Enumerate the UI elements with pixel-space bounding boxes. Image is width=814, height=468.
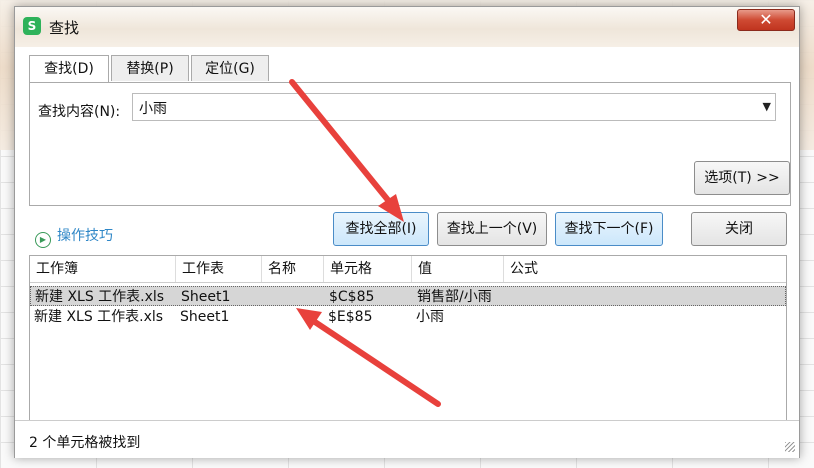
find-content-value: 小雨 — [139, 101, 167, 117]
column-header-sheet[interactable]: 工作表 — [176, 256, 262, 282]
cell-sheet: Sheet1 — [180, 309, 230, 325]
find-next-button[interactable]: 查找下一个(F) — [555, 212, 663, 246]
table-row[interactable]: 新建 XLS 工作表.xls Sheet1 $E$85 小雨 — [30, 307, 786, 327]
cell-value: 销售部/小雨 — [417, 289, 492, 305]
status-bar: 2 个单元格被找到 — [15, 420, 799, 458]
tab-find[interactable]: 查找(D) — [29, 55, 109, 83]
cell-address: $C$85 — [329, 289, 375, 305]
find-content-input[interactable]: 小雨 ▼ — [132, 93, 776, 121]
find-panel: 查找内容(N): 小雨 ▼ 选项(T) >> — [29, 82, 791, 206]
play-circle-icon: ▶ — [35, 232, 51, 248]
tab-goto[interactable]: 定位(G) — [191, 55, 269, 81]
status-text: 2 个单元格被找到 — [29, 435, 141, 451]
cell-workbook: 新建 XLS 工作表.xls — [34, 309, 164, 325]
column-header-cell[interactable]: 单元格 — [324, 256, 412, 282]
column-header-name[interactable]: 名称 — [262, 256, 324, 282]
tips-link[interactable]: ▶ 操作技巧 — [35, 225, 113, 248]
dropdown-arrow-icon[interactable]: ▼ — [763, 100, 771, 113]
find-previous-button[interactable]: 查找上一个(V) — [437, 212, 547, 246]
cell-sheet: Sheet1 — [181, 289, 231, 305]
column-header-workbook[interactable]: 工作簿 — [30, 256, 176, 282]
cell-name — [262, 307, 266, 327]
find-dialog: S 查找 ✕ 查找(D) 替换(P) 定位(G) 查找内容(N): 小雨 ▼ 选… — [14, 6, 800, 458]
tab-replace[interactable]: 替换(P) — [111, 55, 189, 81]
dialog-title: 查找 — [49, 19, 80, 37]
find-content-label: 查找内容(N): — [38, 104, 121, 120]
close-window-button[interactable]: ✕ — [737, 9, 795, 31]
cell-formula — [504, 307, 508, 327]
cell-name — [263, 287, 267, 307]
title-bar[interactable]: S 查找 ✕ — [15, 7, 799, 47]
table-row[interactable]: 新建 XLS 工作表.xls Sheet1 $C$85 销售部/小雨 — [30, 286, 786, 306]
close-icon: ✕ — [759, 10, 773, 29]
find-all-button[interactable]: 查找全部(I) — [333, 212, 429, 246]
column-header-value[interactable]: 值 — [412, 256, 504, 282]
column-header-formula[interactable]: 公式 — [504, 256, 786, 282]
wps-app-icon: S — [23, 17, 41, 35]
results-table: 工作簿 工作表 名称 单元格 值 公式 新建 XLS 工作表.xls Sheet… — [29, 255, 787, 445]
table-header: 工作簿 工作表 名称 单元格 值 公式 — [30, 256, 786, 283]
cell-address: $E$85 — [328, 309, 373, 325]
resize-grip-icon[interactable] — [785, 442, 795, 452]
options-button[interactable]: 选项(T) >> — [694, 161, 790, 195]
cell-formula — [505, 287, 509, 307]
cell-value: 小雨 — [416, 309, 444, 325]
cell-workbook: 新建 XLS 工作表.xls — [35, 289, 165, 305]
tips-label: 操作技巧 — [57, 228, 113, 244]
close-button[interactable]: 关闭 — [691, 212, 787, 246]
